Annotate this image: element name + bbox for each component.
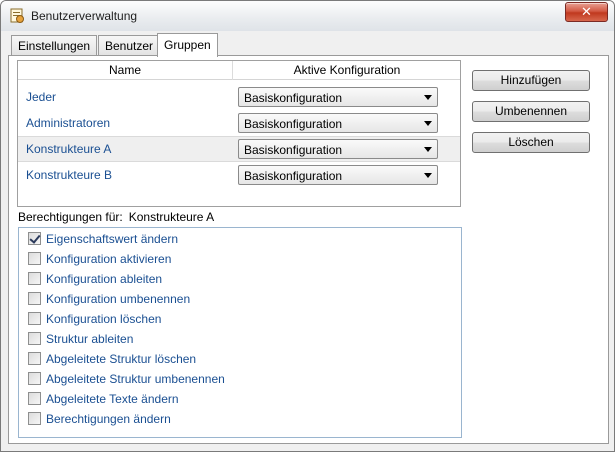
config-dropdown-value: Basiskonfiguration	[244, 169, 343, 183]
permissions-list: Eigenschaftswert ändern Konfiguration ak…	[18, 227, 462, 438]
dropdown-arrow-icon	[424, 121, 432, 126]
tab-benutzer[interactable]: Benutzer	[98, 35, 161, 55]
user-management-window: Benutzerverwaltung ✕ Einstellungen Benut…	[0, 0, 615, 452]
group-list: Name Aktive Konfiguration Jeder Basiskon…	[17, 60, 461, 207]
checkbox[interactable]	[28, 392, 41, 405]
checkbox[interactable]	[28, 252, 41, 265]
config-dropdown[interactable]: Basiskonfiguration	[238, 87, 438, 107]
permission-label: Eigenschaftswert ändern	[46, 232, 179, 246]
dropdown-arrow-icon	[424, 95, 432, 100]
group-name: Konstrukteure A	[26, 142, 112, 156]
permission-label: Konfiguration ableiten	[46, 272, 163, 286]
group-name: Administratoren	[26, 116, 111, 130]
config-dropdown[interactable]: Basiskonfiguration	[238, 139, 438, 159]
checkbox[interactable]	[28, 292, 41, 305]
column-header-active-config[interactable]: Aktive Konfiguration	[233, 61, 461, 80]
config-dropdown-value: Basiskonfiguration	[244, 91, 343, 105]
group-name: Konstrukteure B	[26, 168, 113, 182]
close-button[interactable]: ✕	[565, 2, 608, 22]
permission-label: Abgeleitete Texte ändern	[46, 392, 179, 406]
groups-panel: Name Aktive Konfiguration Jeder Basiskon…	[8, 55, 609, 444]
permission-label: Abgeleitete Struktur löschen	[46, 352, 197, 366]
permission-label: Struktur ableiten	[46, 332, 134, 346]
permissions-group-name: Konstrukteure A	[128, 210, 215, 224]
group-row[interactable]: Administratoren Basiskonfiguration	[18, 110, 460, 136]
dropdown-arrow-icon	[424, 147, 432, 152]
config-dropdown[interactable]: Basiskonfiguration	[238, 165, 438, 185]
delete-button[interactable]: Löschen	[472, 132, 590, 153]
rename-button[interactable]: Umbenennen	[472, 101, 590, 122]
group-row[interactable]: Jeder Basiskonfiguration	[18, 84, 460, 110]
checkbox-checked[interactable]	[28, 232, 41, 245]
column-header-name[interactable]: Name	[18, 61, 233, 80]
permission-label: Abgeleitete Struktur umbenennen	[46, 372, 225, 386]
permission-label: Konfiguration umbenennen	[46, 292, 191, 306]
dropdown-arrow-icon	[424, 173, 432, 178]
group-row-selected[interactable]: Konstrukteure A Basiskonfiguration	[18, 136, 460, 162]
window-title: Benutzerverwaltung	[31, 9, 138, 23]
config-dropdown-value: Basiskonfiguration	[244, 117, 343, 131]
permission-label: Berechtigungen ändern	[46, 412, 171, 426]
checkbox[interactable]	[28, 312, 41, 325]
title-bar: Benutzerverwaltung ✕	[1, 1, 614, 31]
tab-einstellungen[interactable]: Einstellungen	[11, 35, 98, 55]
app-icon	[9, 8, 25, 24]
checkbox[interactable]	[28, 332, 41, 345]
config-dropdown-value: Basiskonfiguration	[244, 143, 343, 157]
permission-label: Konfiguration löschen	[46, 312, 162, 326]
add-button[interactable]: Hinzufügen	[472, 70, 590, 91]
list-header: Name Aktive Konfiguration	[18, 61, 460, 80]
permission-label: Konfiguration aktivieren	[46, 252, 172, 266]
config-dropdown[interactable]: Basiskonfiguration	[238, 113, 438, 133]
permissions-for-label: Berechtigungen für: Konstrukteure A	[18, 210, 214, 224]
tab-gruppen[interactable]: Gruppen	[157, 33, 218, 57]
checkbox[interactable]	[28, 352, 41, 365]
checkbox[interactable]	[28, 372, 41, 385]
permissions-label-text: Berechtigungen für:	[18, 210, 123, 224]
checkbox[interactable]	[28, 272, 41, 285]
checkbox[interactable]	[28, 412, 41, 425]
group-row[interactable]: Konstrukteure B Basiskonfiguration	[18, 162, 460, 188]
group-name: Jeder	[26, 90, 57, 104]
